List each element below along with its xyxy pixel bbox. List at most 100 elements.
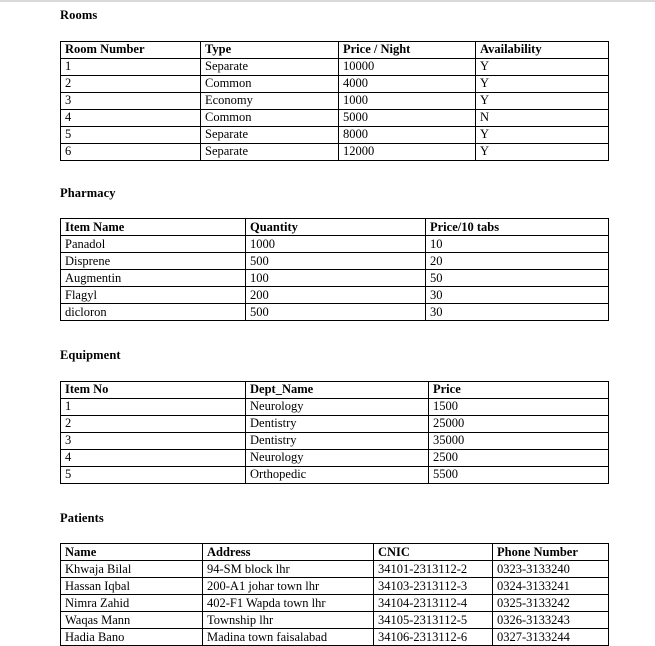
table-row: Waqas Mann Township lhr 34105-2313112-5 … xyxy=(61,612,609,629)
cell-phone-number: 0327-3133244 xyxy=(493,629,609,646)
cell-availability: N xyxy=(476,109,609,126)
cell-address: Township lhr xyxy=(203,612,374,629)
cell-price: 25000 xyxy=(429,415,609,432)
column-header-address: Address xyxy=(203,544,374,561)
cell-dept-name: Neurology xyxy=(246,398,429,415)
cell-price: 35000 xyxy=(429,432,609,449)
column-header-item-no: Item No xyxy=(61,381,246,398)
table-patients: Name Address CNIC Phone Number Khwaja Bi… xyxy=(60,543,609,646)
table-header-row: Item No Dept_Name Price xyxy=(61,381,609,398)
column-header-name: Name xyxy=(61,544,203,561)
cell-type: Separate xyxy=(201,126,339,143)
column-header-item-name: Item Name xyxy=(61,219,246,236)
section-title-equipment: Equipment xyxy=(60,349,608,362)
table-rooms: Room Number Type Price / Night Availabil… xyxy=(60,41,609,161)
cell-room-number: 1 xyxy=(61,58,201,75)
cell-price: 50 xyxy=(426,270,609,287)
cell-price: 1500 xyxy=(429,398,609,415)
cell-quantity: 200 xyxy=(246,287,426,304)
column-header-room-number: Room Number xyxy=(61,41,201,58)
cell-room-number: 6 xyxy=(61,143,201,160)
cell-item-no: 1 xyxy=(61,398,246,415)
cell-phone-number: 0325-3133242 xyxy=(493,595,609,612)
column-header-dept-name: Dept_Name xyxy=(246,381,429,398)
cell-cnic: 34104-2313112-4 xyxy=(374,595,493,612)
document-page: Rooms Room Number Type Price / Night Ava… xyxy=(0,0,655,646)
table-row: Panadol 1000 10 xyxy=(61,236,609,253)
table-row: 1 Neurology 1500 xyxy=(61,398,609,415)
cell-dept-name: Neurology xyxy=(246,449,429,466)
section-equipment: Equipment Item No Dept_Name Price 1 Neur… xyxy=(60,349,608,484)
cell-name: Khwaja Bilal xyxy=(61,561,203,578)
cell-item-name: Panadol xyxy=(61,236,246,253)
cell-cnic: 34106-2313112-6 xyxy=(374,629,493,646)
cell-address: 200-A1 johar town lhr xyxy=(203,578,374,595)
table-row: 6 Separate 12000 Y xyxy=(61,143,609,160)
table-pharmacy: Item Name Quantity Price/10 tabs Panadol… xyxy=(60,218,609,321)
cell-address: 94-SM block lhr xyxy=(203,561,374,578)
table-row: Augmentin 100 50 xyxy=(61,270,609,287)
cell-address: Madina town faisalabad xyxy=(203,629,374,646)
table-row: 4 Common 5000 N xyxy=(61,109,609,126)
cell-price: 5000 xyxy=(339,109,476,126)
column-header-type: Type xyxy=(201,41,339,58)
table-row: 2 Common 4000 Y xyxy=(61,75,609,92)
cell-name: Hassan Iqbal xyxy=(61,578,203,595)
cell-item-no: 3 xyxy=(61,432,246,449)
column-header-phone-number: Phone Number xyxy=(493,544,609,561)
cell-phone-number: 0326-3133243 xyxy=(493,612,609,629)
table-row: Hassan Iqbal 200-A1 johar town lhr 34103… xyxy=(61,578,609,595)
cell-item-no: 4 xyxy=(61,449,246,466)
cell-price: 1000 xyxy=(339,92,476,109)
cell-item-name: dicloron xyxy=(61,304,246,321)
cell-dept-name: Dentistry xyxy=(246,415,429,432)
cell-room-number: 5 xyxy=(61,126,201,143)
cell-availability: Y xyxy=(476,92,609,109)
table-row: Nimra Zahid 402-F1 Wapda town lhr 34104-… xyxy=(61,595,609,612)
table-equipment: Item No Dept_Name Price 1 Neurology 1500… xyxy=(60,381,609,484)
cell-price: 10000 xyxy=(339,58,476,75)
cell-price: 30 xyxy=(426,304,609,321)
cell-address: 402-F1 Wapda town lhr xyxy=(203,595,374,612)
cell-room-number: 3 xyxy=(61,92,201,109)
cell-type: Separate xyxy=(201,58,339,75)
table-header-row: Room Number Type Price / Night Availabil… xyxy=(61,41,609,58)
cell-type: Separate xyxy=(201,143,339,160)
cell-item-name: Augmentin xyxy=(61,270,246,287)
cell-cnic: 34101-2313112-2 xyxy=(374,561,493,578)
section-rooms: Rooms Room Number Type Price / Night Ava… xyxy=(60,9,608,161)
cell-item-no: 5 xyxy=(61,466,246,483)
cell-availability: Y xyxy=(476,143,609,160)
column-header-price-per-10-tabs: Price/10 tabs xyxy=(426,219,609,236)
cell-dept-name: Orthopedic xyxy=(246,466,429,483)
cell-cnic: 34105-2313112-5 xyxy=(374,612,493,629)
table-row: dicloron 500 30 xyxy=(61,304,609,321)
cell-type: Common xyxy=(201,75,339,92)
cell-availability: Y xyxy=(476,75,609,92)
cell-item-no: 2 xyxy=(61,415,246,432)
table-row: 3 Economy 1000 Y xyxy=(61,92,609,109)
column-header-availability: Availability xyxy=(476,41,609,58)
section-title-rooms: Rooms xyxy=(60,9,608,22)
cell-availability: Y xyxy=(476,58,609,75)
table-row: Khwaja Bilal 94-SM block lhr 34101-23131… xyxy=(61,561,609,578)
table-header-row: Item Name Quantity Price/10 tabs xyxy=(61,219,609,236)
cell-room-number: 4 xyxy=(61,109,201,126)
cell-dept-name: Dentistry xyxy=(246,432,429,449)
section-title-pharmacy: Pharmacy xyxy=(60,187,608,200)
cell-phone-number: 0324-3133241 xyxy=(493,578,609,595)
cell-item-name: Disprene xyxy=(61,253,246,270)
cell-availability: Y xyxy=(476,126,609,143)
cell-quantity: 100 xyxy=(246,270,426,287)
table-row: 1 Separate 10000 Y xyxy=(61,58,609,75)
table-row: Hadia Bano Madina town faisalabad 34106-… xyxy=(61,629,609,646)
cell-item-name: Flagyl xyxy=(61,287,246,304)
table-header-row: Name Address CNIC Phone Number xyxy=(61,544,609,561)
section-title-patients: Patients xyxy=(60,512,608,525)
table-row: 2 Dentistry 25000 xyxy=(61,415,609,432)
cell-price: 20 xyxy=(426,253,609,270)
cell-cnic: 34103-2313112-3 xyxy=(374,578,493,595)
cell-phone-number: 0323-3133240 xyxy=(493,561,609,578)
table-row: 3 Dentistry 35000 xyxy=(61,432,609,449)
section-patients: Patients Name Address CNIC Phone Number … xyxy=(60,512,608,646)
